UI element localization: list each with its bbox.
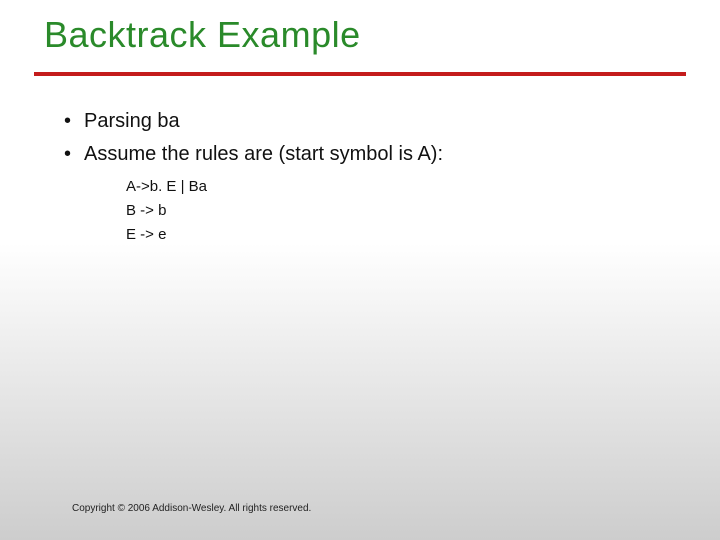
grammar-rule-e: E -> e (126, 224, 644, 246)
slide: Backtrack Example Parsing ba Assume the … (0, 0, 720, 540)
grammar-rule-a: A->b. E | Ba (126, 176, 644, 198)
bullet-assume: Assume the rules are (start symbol is A)… (64, 143, 644, 166)
bullet-parsing: Parsing ba (64, 110, 644, 133)
page-title: Backtrack Example (44, 14, 361, 56)
bullet-list: Parsing ba Assume the rules are (start s… (64, 110, 644, 247)
grammar-rule-b: B -> b (126, 200, 644, 222)
title-divider (34, 72, 686, 76)
copyright-text: Copyright © 2006 Addison-Wesley. All rig… (72, 503, 311, 514)
